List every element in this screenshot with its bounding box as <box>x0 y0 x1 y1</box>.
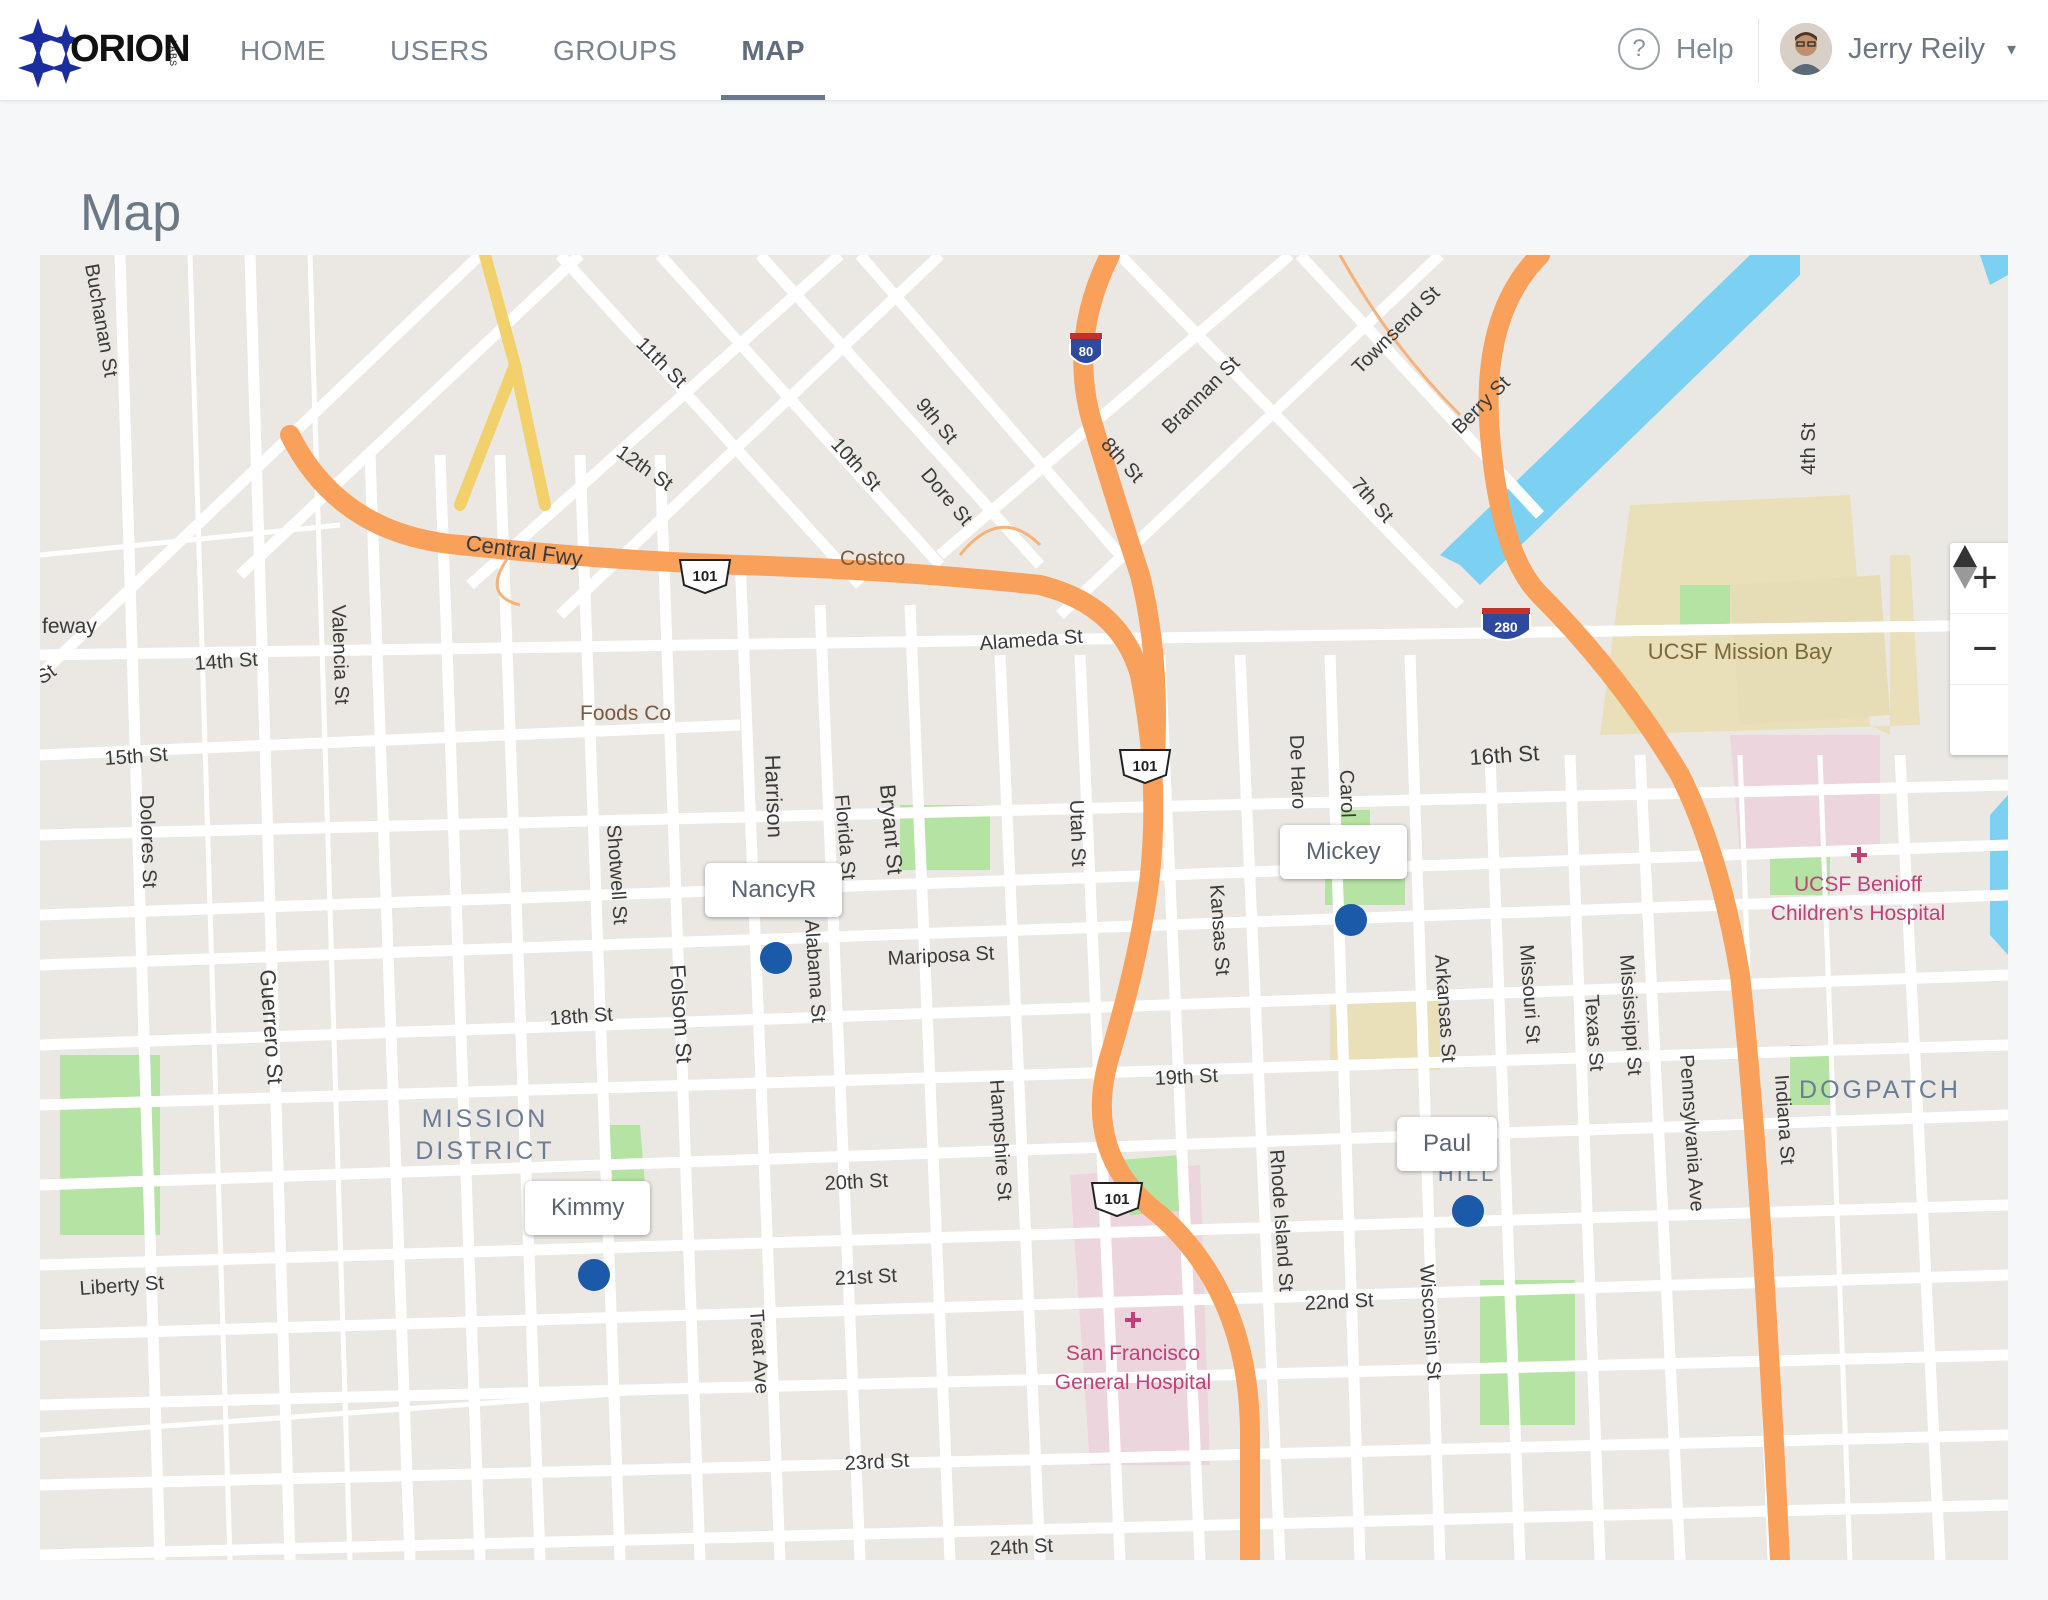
svg-text:16th St: 16th St <box>1469 740 1540 770</box>
help-label: Help <box>1676 33 1734 64</box>
page-title: Map <box>80 183 182 242</box>
svg-text:UCSF Benioff: UCSF Benioff <box>1794 873 1922 896</box>
svg-text:De Haro: De Haro <box>1285 734 1310 809</box>
svg-text:21st St: 21st St <box>834 1265 898 1290</box>
svg-text:DISTRICT: DISTRICT <box>415 1137 554 1165</box>
svg-text:feway: feway <box>42 615 97 638</box>
svg-text:14th St: 14th St <box>194 649 259 675</box>
svg-text:4th St: 4th St <box>1798 422 1820 475</box>
nav-map[interactable]: MAP <box>721 0 825 100</box>
svg-text:General Hospital: General Hospital <box>1055 1371 1211 1394</box>
avatar <box>1780 23 1832 75</box>
svg-text:23rd St: 23rd St <box>844 1450 910 1475</box>
user-location-pin-kimmy[interactable] <box>578 1259 610 1291</box>
user-location-pin-mickey[interactable] <box>1335 904 1367 936</box>
park <box>1480 1280 1575 1425</box>
map-zoom-controls: + − <box>1950 543 2008 755</box>
svg-text:80: 80 <box>1079 344 1093 359</box>
svg-text:24th St: 24th St <box>989 1535 1054 1560</box>
header-divider <box>1758 18 1759 82</box>
svg-text:DOGPATCH: DOGPATCH <box>1799 1076 1961 1104</box>
help-link[interactable]: ? Help <box>1618 24 1734 74</box>
svg-text:UCSF Mission Bay: UCSF Mission Bay <box>1648 639 1833 664</box>
user-menu[interactable]: Jerry Reily ▾ <box>1780 22 2016 76</box>
svg-text:101: 101 <box>1132 758 1157 775</box>
svg-text:280: 280 <box>1494 619 1518 635</box>
svg-text:Costco: Costco <box>840 547 905 570</box>
svg-text:San Francisco: San Francisco <box>1066 1342 1200 1365</box>
svg-text:Children's Hospital: Children's Hospital <box>1771 902 1945 925</box>
user-label-nancyr[interactable]: NancyR <box>705 863 843 917</box>
question-circle-icon: ? <box>1618 28 1660 70</box>
orion-labs-logo[interactable]: ORION LABS <box>18 18 191 88</box>
svg-text:18th St: 18th St <box>549 1004 614 1030</box>
user-name: Jerry Reily <box>1848 32 1985 65</box>
svg-text:Harrison: Harrison <box>760 754 788 838</box>
svg-text:Utah St: Utah St <box>1065 799 1089 867</box>
logo-subtext: LABS <box>168 40 178 68</box>
svg-text:MISSION: MISSION <box>422 1105 549 1133</box>
user-label-mickey[interactable]: Mickey <box>1280 825 1407 879</box>
svg-text:20th St: 20th St <box>824 1170 889 1195</box>
chevron-down-icon: ▾ <box>2006 38 2017 59</box>
nav-groups[interactable]: GROUPS <box>533 0 697 100</box>
svg-text:Valencia St: Valencia St <box>327 604 352 705</box>
map-tiles: 80 280 101 101 101 Buchanan St 11th St 1… <box>40 255 2008 1560</box>
compass-icon <box>1953 545 1977 589</box>
zoom-out-button[interactable]: − <box>1950 614 2008 685</box>
svg-text:19th St: 19th St <box>1154 1065 1219 1090</box>
svg-text:Dolores St: Dolores St <box>135 794 160 889</box>
interstate-280-shield: 280 <box>1481 608 1531 641</box>
svg-text:22nd St: 22nd St <box>1304 1289 1374 1315</box>
user-location-pin-paul[interactable] <box>1452 1195 1484 1227</box>
nav-users[interactable]: USERS <box>370 0 509 100</box>
svg-text:101: 101 <box>692 568 717 585</box>
interstate-80-shield: 80 <box>1069 333 1103 365</box>
user-label-paul[interactable]: Paul <box>1397 1117 1498 1171</box>
svg-text:15th St: 15th St <box>104 744 169 770</box>
nav-home[interactable]: HOME <box>220 0 346 100</box>
svg-text:Carol: Carol <box>1335 769 1359 818</box>
map-canvas[interactable]: 80 280 101 101 101 Buchanan St 11th St 1… <box>40 255 2008 1560</box>
main-nav: HOME USERS GROUPS MAP <box>220 0 849 100</box>
svg-text:Foods Co: Foods Co <box>580 702 671 725</box>
top-navigation-bar: ORION LABS HOME USERS GROUPS MAP ? Help … <box>0 0 2048 101</box>
compass-button[interactable] <box>1950 545 2008 755</box>
user-location-pin-nancyr[interactable] <box>760 942 792 974</box>
user-label-kimmy[interactable]: Kimmy <box>525 1181 651 1235</box>
svg-text:101: 101 <box>1104 1191 1129 1208</box>
